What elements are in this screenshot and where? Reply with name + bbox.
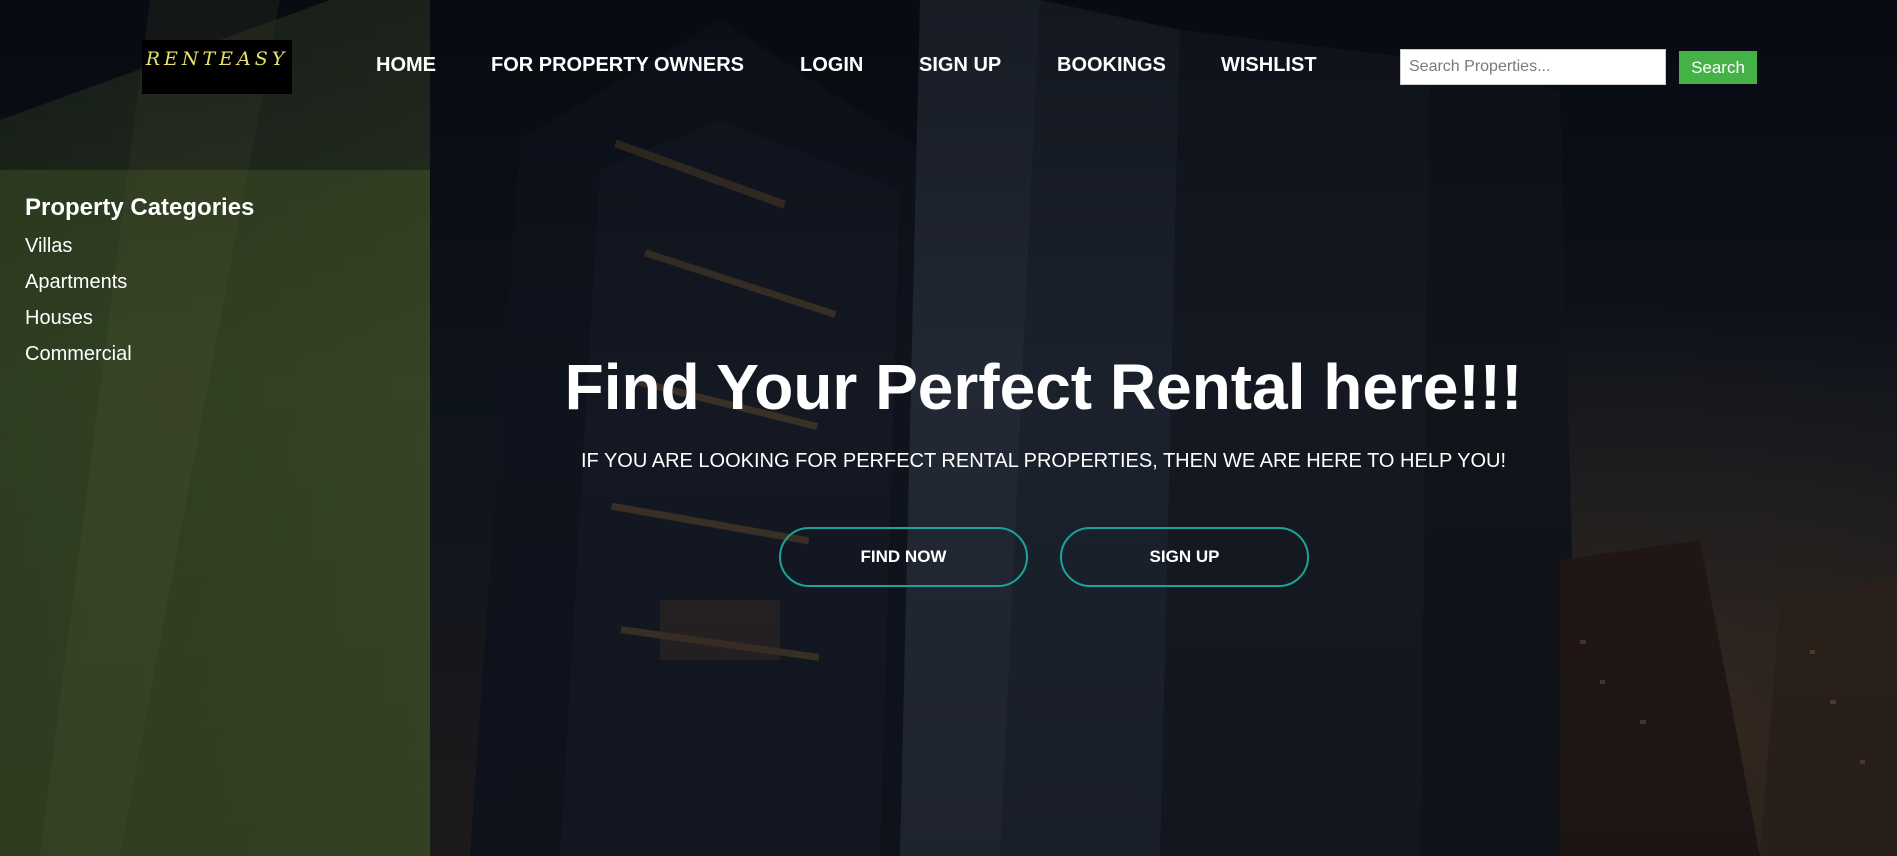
nav-bookings[interactable]: BOOKINGS: [1057, 54, 1166, 77]
category-list: Villas Apartments Houses Commercial: [25, 234, 132, 378]
find-now-button[interactable]: FIND NOW: [779, 527, 1028, 587]
search-button[interactable]: Search: [1679, 51, 1757, 84]
category-villas[interactable]: Villas: [25, 234, 132, 270]
page: RENTEASY HOME FOR PROPERTY OWNERS LOGIN …: [0, 0, 1897, 856]
hero-title: Find Your Perfect Rental here!!!: [564, 351, 1523, 423]
logo-text: RENTEASY: [145, 48, 289, 70]
hero-subtitle: IF YOU ARE LOOKING FOR PERFECT RENTAL PR…: [580, 450, 1507, 472]
brand-logo[interactable]: RENTEASY: [142, 40, 292, 94]
hero-sign-up-button[interactable]: SIGN UP: [1060, 527, 1309, 587]
category-houses[interactable]: Houses: [25, 306, 132, 342]
search-input[interactable]: [1400, 49, 1666, 85]
nav-sign-up[interactable]: SIGN UP: [919, 54, 1001, 77]
nav-home[interactable]: HOME: [376, 54, 436, 77]
category-commercial[interactable]: Commercial: [25, 342, 132, 378]
property-categories-sidebar: Property Categories Villas Apartments Ho…: [0, 170, 430, 856]
nav-wishlist[interactable]: WISHLIST: [1221, 54, 1317, 77]
sidebar-title: Property Categories: [25, 194, 255, 221]
category-apartments[interactable]: Apartments: [25, 270, 132, 306]
nav-for-property-owners[interactable]: FOR PROPERTY OWNERS: [491, 54, 744, 77]
nav-login[interactable]: LOGIN: [800, 54, 863, 77]
